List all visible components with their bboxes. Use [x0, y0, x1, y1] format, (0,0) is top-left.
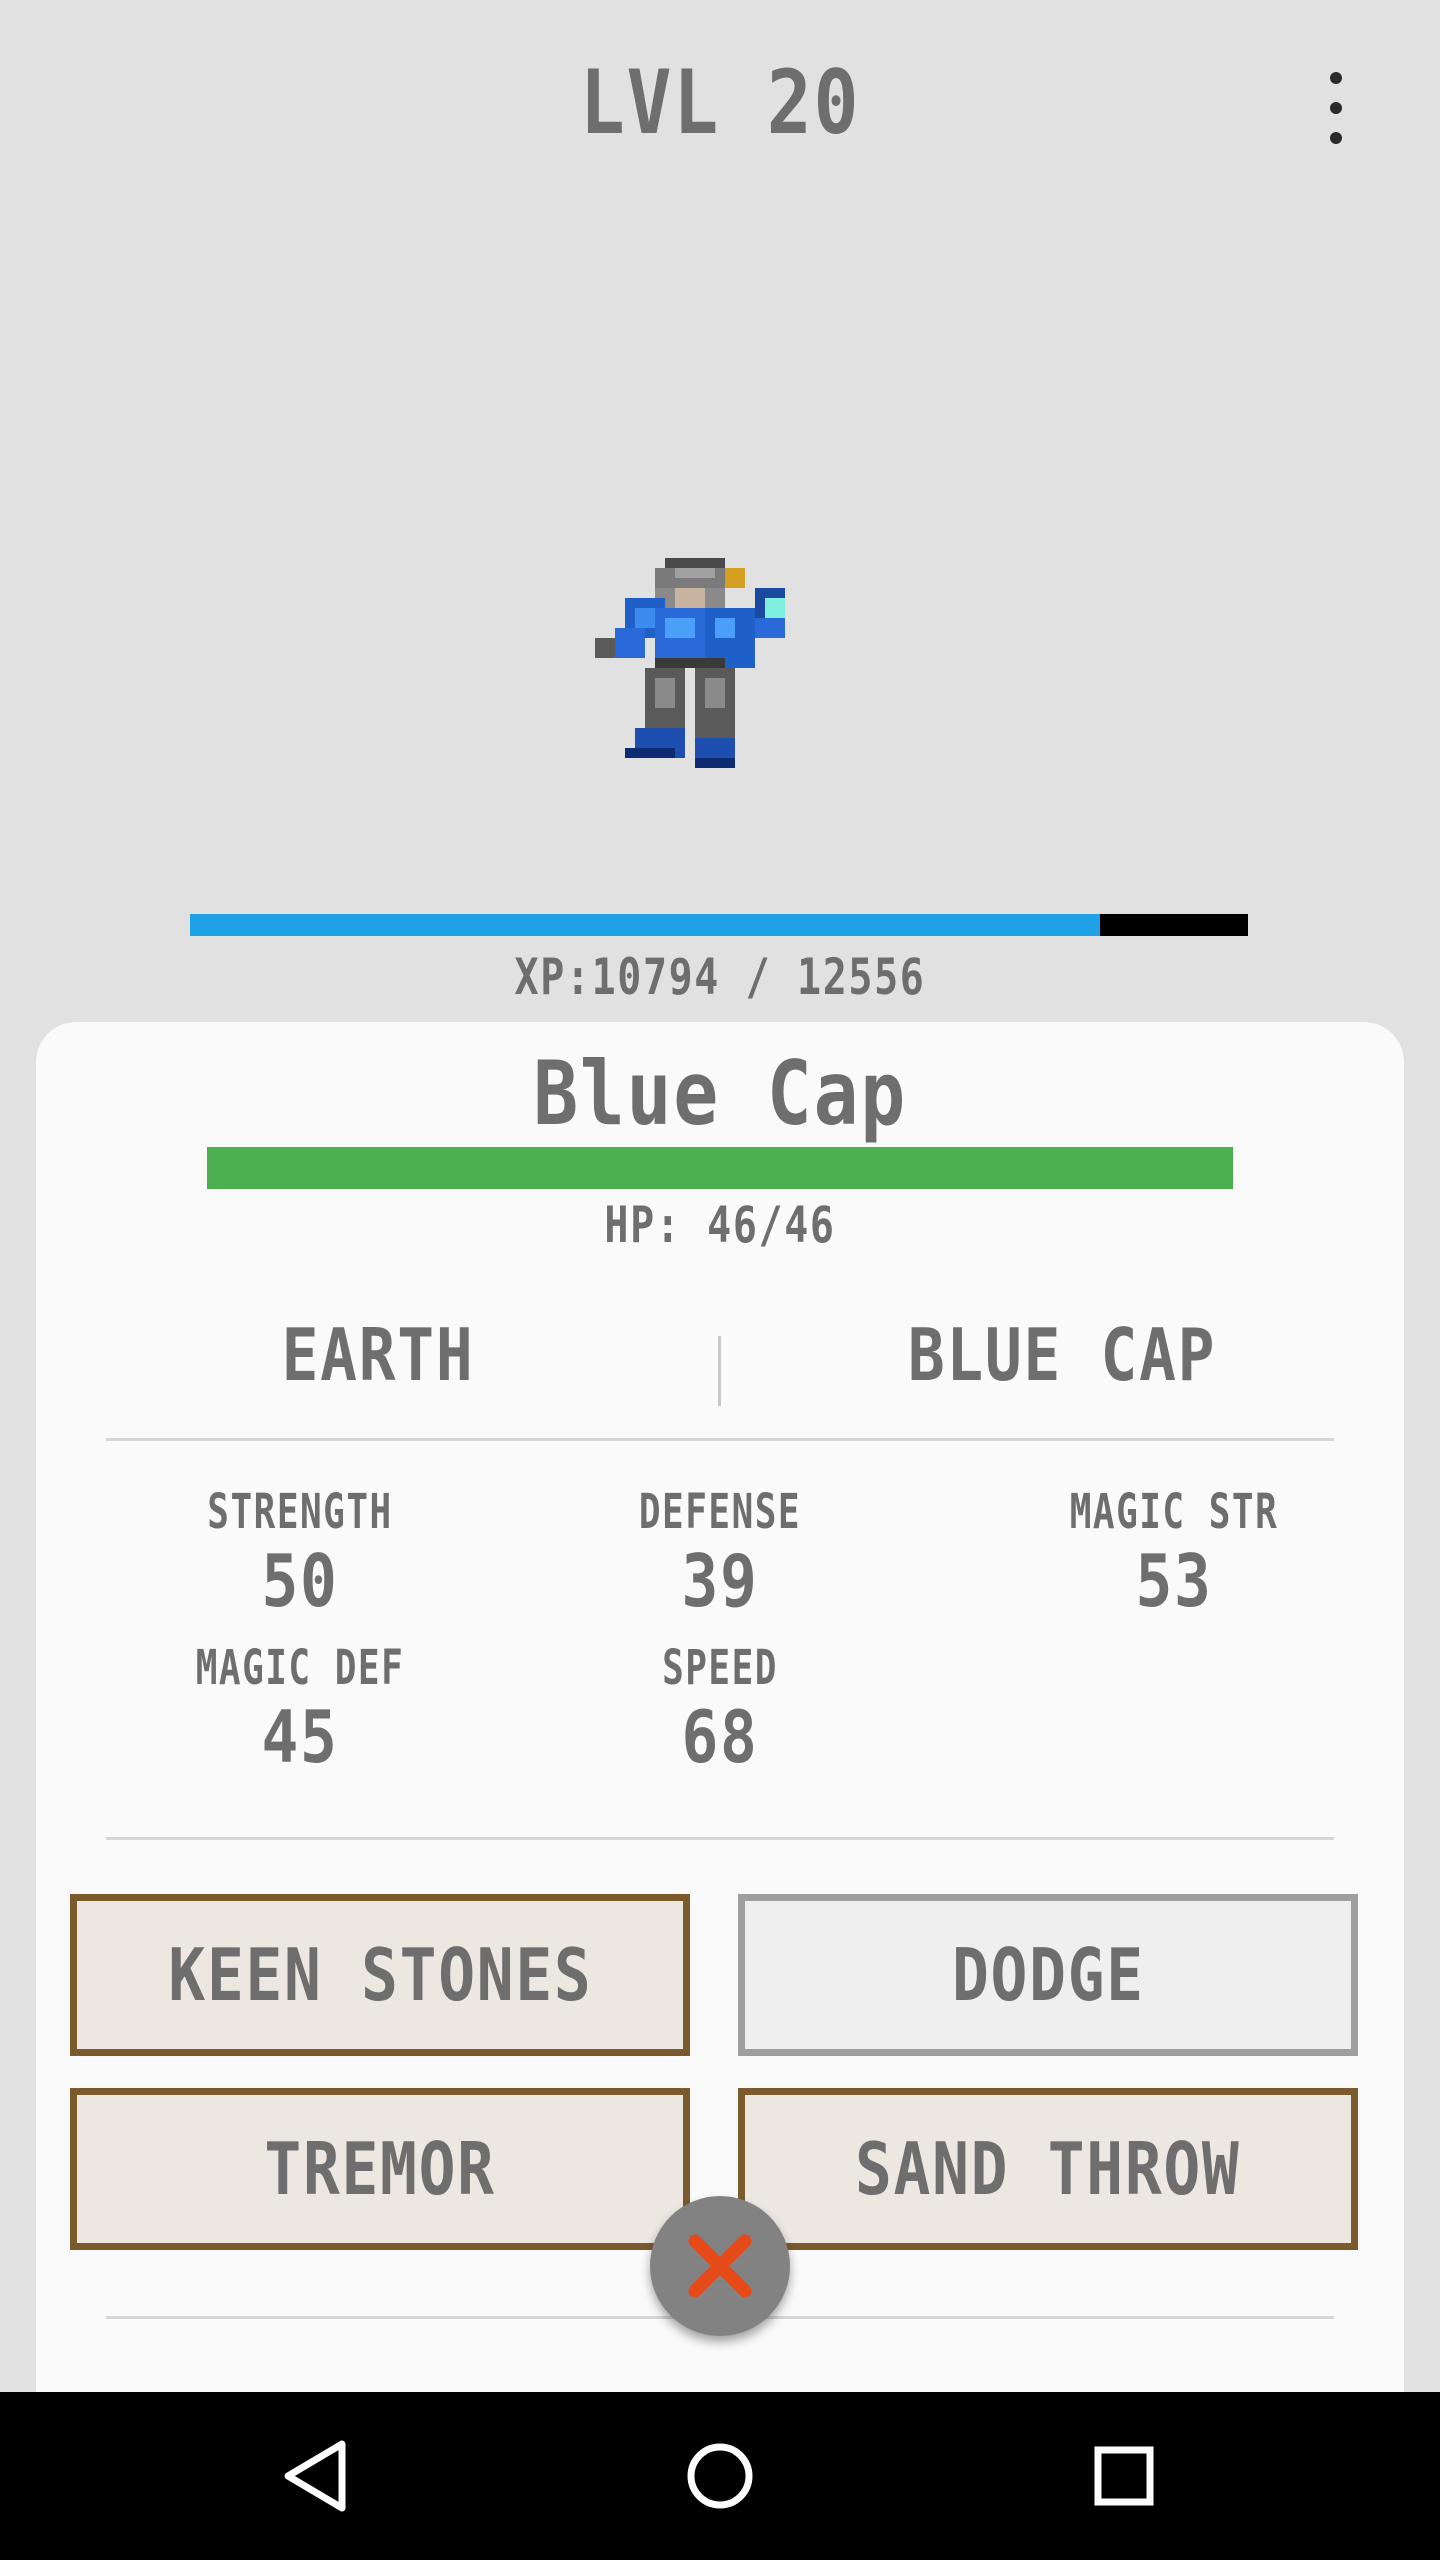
move-label: DODGE: [951, 1933, 1145, 2017]
move-label: KEEN STONES: [167, 1933, 592, 2017]
close-icon: [688, 2234, 752, 2298]
stat-value: 50: [261, 1539, 339, 1623]
stat-label: SPEED: [662, 1640, 778, 1696]
type-row: EARTH BLUE CAP: [36, 1300, 1404, 1410]
stat-defense: DEFENSE 39: [510, 1484, 930, 1622]
move-label: SAND THROW: [855, 2127, 1241, 2211]
xp-progress-fill: [190, 914, 1100, 936]
close-button[interactable]: [650, 2196, 790, 2336]
menu-dot: [1330, 132, 1342, 144]
move-button-dodge[interactable]: DODGE: [738, 1894, 1358, 2056]
recents-icon: [1094, 2446, 1154, 2506]
element-type: EARTH: [281, 1313, 475, 1397]
hp-fill: [207, 1147, 1233, 1189]
type-divider: [718, 1336, 721, 1406]
hp-text: HP: 46/46: [604, 1196, 836, 1254]
stat-speed: SPEED 68: [510, 1640, 930, 1778]
blue-cap-sprite: [595, 558, 785, 768]
hp-bar: [207, 1147, 1233, 1189]
divider: [106, 1438, 1334, 1441]
stat-label: DEFENSE: [638, 1484, 802, 1540]
menu-dot: [1330, 102, 1342, 114]
stat-value: 39: [681, 1539, 759, 1623]
back-button[interactable]: [266, 2426, 366, 2526]
recents-button[interactable]: [1074, 2426, 1174, 2526]
species-name: BLUE CAP: [907, 1313, 1217, 1397]
stat-value: 45: [261, 1695, 339, 1779]
home-button[interactable]: [670, 2426, 770, 2526]
stat-label: MAGIC STR: [1069, 1484, 1279, 1540]
stat-magic-def: MAGIC DEF 45: [90, 1640, 510, 1778]
home-icon: [687, 2443, 753, 2509]
back-icon: [284, 2440, 346, 2512]
system-nav-bar: [0, 2392, 1440, 2560]
stat-strength: STRENGTH 50: [90, 1484, 510, 1622]
divider: [106, 1837, 1334, 1840]
stat-value: 68: [681, 1695, 759, 1779]
level-title: LVL 20: [579, 51, 861, 154]
menu-dot: [1330, 72, 1342, 84]
monster-name: Blue Cap: [533, 1042, 907, 1145]
xp-text: XP:10794 / 12556: [514, 948, 926, 1006]
stat-label: MAGIC DEF: [195, 1640, 405, 1696]
more-vert-icon[interactable]: [1310, 68, 1362, 148]
stat-value: 53: [1135, 1539, 1213, 1623]
xp-progress-bar: [190, 914, 1248, 936]
move-button-sand-throw[interactable]: SAND THROW: [738, 2088, 1358, 2250]
stat-magic-str: MAGIC STR 53: [964, 1484, 1384, 1622]
stat-label: STRENGTH: [207, 1484, 393, 1540]
move-button-tremor[interactable]: TREMOR: [70, 2088, 690, 2250]
move-label: TREMOR: [264, 2127, 496, 2211]
move-button-keen-stones[interactable]: KEEN STONES: [70, 1894, 690, 2056]
